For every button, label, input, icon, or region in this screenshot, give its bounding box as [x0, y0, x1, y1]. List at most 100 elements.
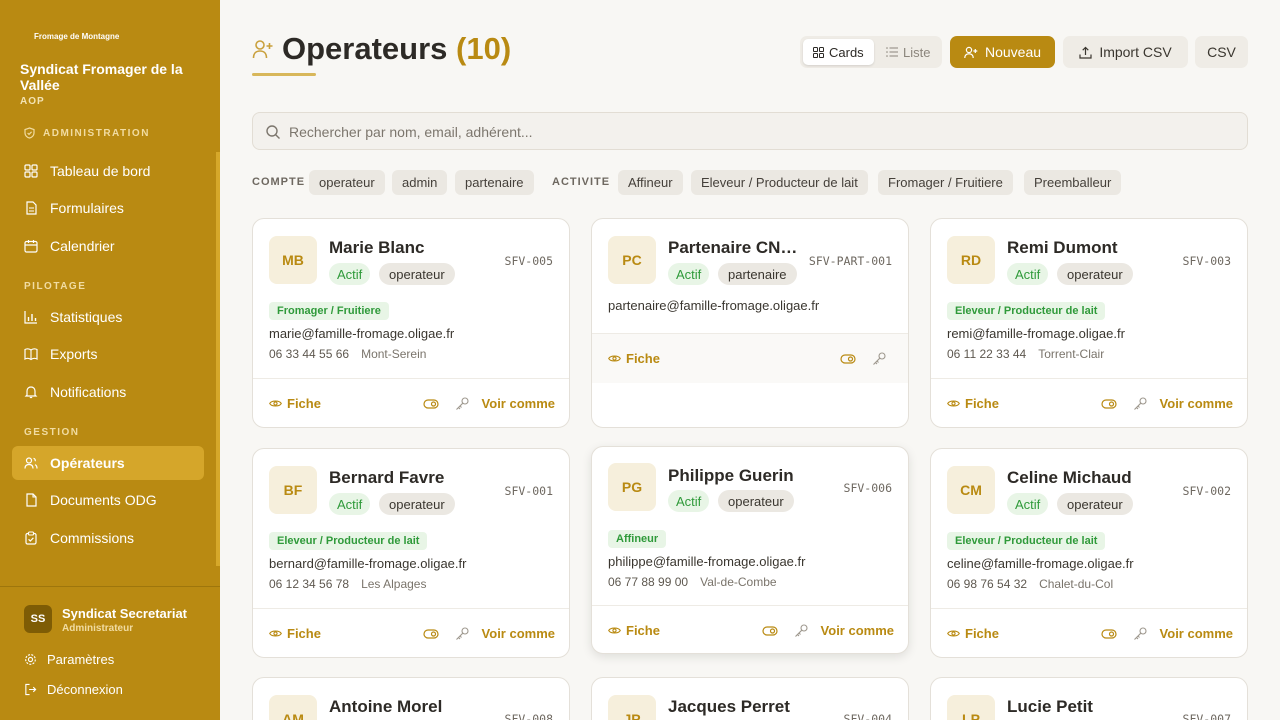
toggle-icon[interactable]	[423, 626, 439, 642]
operator-email: philippe@famille-fromage.oligae.fr	[608, 554, 806, 569]
operator-avatar: PC	[608, 236, 656, 284]
filter-chip-preemballeur[interactable]: Preemballeur	[1024, 170, 1122, 195]
sidebar-item-label: Formulaires	[50, 200, 124, 216]
operator-card: PC Partenaire CN… SFV-PART-001 Actif par…	[591, 218, 909, 428]
operator-card: BF Bernard Favre SFV-001 Actif operateur…	[252, 448, 570, 658]
operator-city: Mont-Serein	[361, 347, 427, 361]
operator-avatar: PG	[608, 463, 656, 511]
eye-icon	[947, 630, 960, 637]
sidebar-item-label: Commissions	[50, 530, 135, 546]
sidebar-item-notifications[interactable]: Notifications	[12, 375, 204, 409]
operator-code: SFV-004	[843, 712, 892, 720]
operator-code: SFV-006	[843, 481, 892, 495]
document-icon	[26, 201, 37, 215]
bar-chart-icon	[24, 311, 37, 324]
new-operator-button[interactable]: Nouveau	[950, 36, 1055, 68]
upload-icon	[1079, 46, 1092, 59]
key-icon[interactable]	[1133, 396, 1148, 411]
fiche-label: Fiche	[626, 623, 660, 638]
operator-email: remi@famille-fromage.oligae.fr	[947, 326, 1125, 341]
filter-chip-eleveur[interactable]: Eleveur / Producteur de lait	[691, 170, 868, 195]
filter-label-activite: ACTIVITE	[552, 176, 611, 188]
sidebar-item-label: Statistiques	[50, 309, 123, 325]
toggle-icon[interactable]	[1101, 396, 1117, 412]
sidebar-item-calendrier[interactable]: Calendrier	[12, 229, 204, 263]
card-footer: Fiche Voir comme	[253, 608, 569, 657]
brand-subtitle: AOP	[20, 96, 45, 107]
operator-name: Bernard Favre	[329, 468, 445, 487]
status-badge: Actif	[1007, 263, 1049, 285]
view-list-button[interactable]: Liste	[876, 39, 940, 65]
voir-comme-link[interactable]: Voir comme	[482, 396, 555, 411]
filter-chip-partenaire[interactable]: partenaire	[455, 170, 534, 195]
settings-label: Paramètres	[47, 652, 115, 667]
sidebar-item-exports[interactable]: Exports	[12, 337, 204, 371]
fiche-link[interactable]: Fiche	[608, 623, 660, 638]
voir-comme-link[interactable]: Voir comme	[482, 626, 555, 641]
card-footer: Fiche Voir comme	[931, 608, 1247, 657]
operator-contact: 06 98 76 54 32 Chalet-du-Col	[947, 577, 1113, 591]
sidebar-item-statistiques[interactable]: Statistiques	[12, 300, 204, 334]
import-button-label: Import CSV	[1099, 44, 1172, 60]
operator-avatar: CM	[947, 466, 995, 514]
fiche-link[interactable]: Fiche	[269, 396, 321, 411]
import-csv-button[interactable]: Import CSV	[1063, 36, 1188, 68]
fiche-link[interactable]: Fiche	[947, 626, 999, 641]
operator-email: partenaire@famille-fromage.oligae.fr	[608, 298, 820, 313]
activity-badge: Affineur	[608, 530, 667, 548]
fiche-link[interactable]: Fiche	[608, 351, 660, 366]
status-badge: Actif	[1007, 493, 1049, 515]
operator-card: CM Celine Michaud SFV-002 Actif operateu…	[930, 448, 1248, 658]
user-plus-icon	[964, 46, 978, 58]
operator-name: Celine Michaud	[1007, 468, 1132, 487]
key-icon[interactable]	[794, 623, 809, 638]
sidebar-item-formulaires[interactable]: Formulaires	[12, 191, 204, 225]
calendar-icon	[24, 240, 38, 253]
filter-chip-admin[interactable]: admin	[392, 170, 448, 195]
key-icon[interactable]	[455, 626, 470, 641]
key-icon[interactable]	[1133, 626, 1148, 641]
voir-comme-link[interactable]: Voir comme	[821, 623, 894, 638]
operator-contact: 06 12 34 56 78 Les Alpages	[269, 577, 426, 591]
shield-icon	[24, 127, 35, 139]
operator-avatar: RD	[947, 236, 995, 284]
toggle-icon[interactable]	[762, 623, 778, 639]
sidebar-item-operateurs[interactable]: Opérateurs	[12, 446, 204, 480]
sidebar-item-commissions[interactable]: Commissions	[12, 521, 204, 555]
clipboard-icon	[25, 531, 37, 545]
view-cards-button[interactable]: Cards	[803, 39, 874, 65]
fiche-link[interactable]: Fiche	[947, 396, 999, 411]
filter-chip-operateur[interactable]: operateur	[309, 170, 385, 195]
logout-icon	[25, 683, 37, 696]
user-plus-icon	[252, 40, 273, 59]
operator-city: Val-de-Combe	[700, 575, 777, 589]
avatar[interactable]: SS	[24, 605, 52, 633]
export-csv-button[interactable]: CSV	[1195, 36, 1248, 68]
filter-chip-affineur[interactable]: Affineur	[618, 170, 683, 195]
operator-city: Torrent-Clair	[1038, 347, 1105, 361]
operator-card: PG Philippe Guerin SFV-006 Actif operate…	[591, 446, 909, 654]
sidebar-footer: SS Syndicat Secretariat Administrateur P…	[0, 586, 220, 720]
search-input[interactable]	[289, 121, 1229, 143]
key-icon[interactable]	[872, 351, 887, 366]
filter-chip-fromager[interactable]: Fromager / Fruitiere	[878, 170, 1013, 195]
logout-link[interactable]: Déconnexion	[24, 682, 123, 697]
card-footer: Fiche	[592, 333, 908, 383]
toggle-icon[interactable]	[840, 351, 856, 367]
filter-label-compte: COMPTE	[252, 176, 306, 188]
nav-section-label: GESTION	[24, 427, 80, 438]
sidebar-item-documents-odg[interactable]: Documents ODG	[12, 483, 204, 517]
operator-email: bernard@famille-fromage.oligae.fr	[269, 556, 467, 571]
sidebar-item-tableau-de-bord[interactable]: Tableau de bord	[12, 154, 204, 188]
settings-link[interactable]: Paramètres	[24, 652, 114, 667]
sidebar-scrollbar[interactable]	[216, 152, 220, 566]
operator-card: JP Jacques Perret SFV-004	[591, 677, 909, 720]
toggle-icon[interactable]	[423, 396, 439, 412]
voir-comme-link[interactable]: Voir comme	[1160, 396, 1233, 411]
operator-email: marie@famille-fromage.oligae.fr	[269, 326, 455, 341]
voir-comme-link[interactable]: Voir comme	[1160, 626, 1233, 641]
key-icon[interactable]	[455, 396, 470, 411]
operator-contact: 06 11 22 33 44 Torrent-Clair	[947, 347, 1104, 361]
fiche-link[interactable]: Fiche	[269, 626, 321, 641]
toggle-icon[interactable]	[1101, 626, 1117, 642]
